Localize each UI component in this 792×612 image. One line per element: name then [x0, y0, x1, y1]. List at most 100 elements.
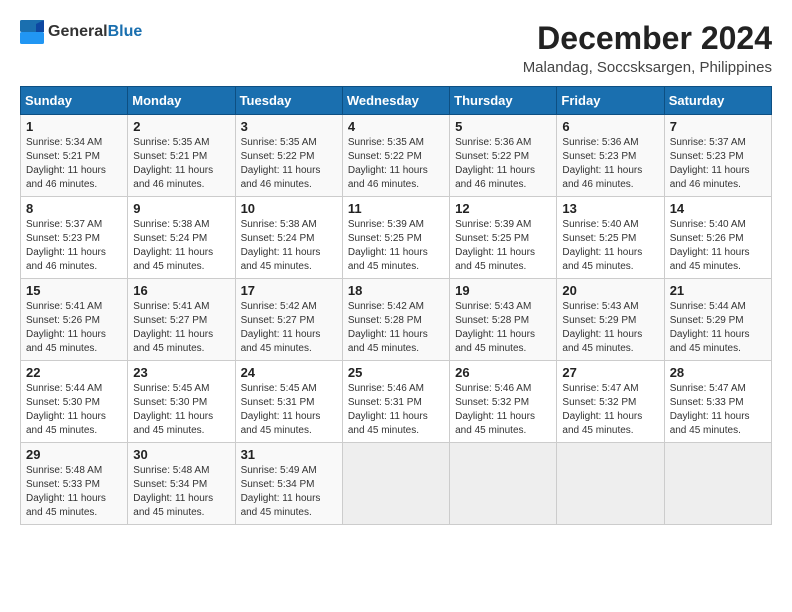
calendar-week-3: 15Sunrise: 5:41 AM Sunset: 5:26 PM Dayli… [21, 279, 772, 361]
logo-blue: Blue [108, 23, 143, 40]
calendar-cell [664, 443, 771, 525]
day-info: Sunrise: 5:37 AM Sunset: 5:23 PM Dayligh… [670, 136, 766, 192]
day-info: Sunrise: 5:39 AM Sunset: 5:25 PM Dayligh… [348, 218, 444, 274]
day-info: Sunrise: 5:39 AM Sunset: 5:25 PM Dayligh… [455, 218, 551, 274]
main-title: December 2024 [523, 20, 772, 57]
calendar-cell: 15Sunrise: 5:41 AM Sunset: 5:26 PM Dayli… [21, 279, 128, 361]
day-number: 31 [241, 447, 337, 462]
calendar-cell: 17 Sunrise: 5:42 AM Sunset: 5:27 PM Dayli… [235, 279, 342, 361]
day-number: 17 [241, 283, 337, 298]
logo: GeneralBlue [20, 20, 142, 44]
day-number: 1 [26, 119, 122, 134]
day-info: Sunrise: 5:41 AM Sunset: 5:26 PM Dayligh… [26, 300, 122, 356]
day-info: Sunrise: 5:37 AM Sunset: 5:23 PM Dayligh… [26, 218, 122, 274]
logo-icon [20, 20, 44, 44]
calendar-cell: 18 Sunrise: 5:42 AM Sunset: 5:28 PM Dayli… [342, 279, 449, 361]
calendar-cell: 9Sunrise: 5:38 AM Sunset: 5:24 PM Daylig… [128, 197, 235, 279]
calendar-cell: 6 Sunrise: 5:36 AM Sunset: 5:23 PM Daylig… [557, 115, 664, 197]
calendar-header-row: SundayMondayTuesdayWednesdayThursdayFrid… [21, 87, 772, 115]
day-info: Sunrise: 5:43 AM Sunset: 5:28 PM Dayligh… [455, 300, 551, 356]
calendar-cell: 1 Sunrise: 5:34 AM Sunset: 5:21 PM Daylig… [21, 115, 128, 197]
day-number: 8 [26, 201, 122, 216]
day-number: 16 [133, 283, 229, 298]
day-number: 28 [670, 365, 766, 380]
calendar-week-5: 29Sunrise: 5:48 AM Sunset: 5:33 PM Dayli… [21, 443, 772, 525]
day-info: Sunrise: 5:45 AM Sunset: 5:31 PM Dayligh… [241, 382, 337, 438]
day-number: 30 [133, 447, 229, 462]
calendar-cell [450, 443, 557, 525]
day-info: Sunrise: 5:46 AM Sunset: 5:32 PM Dayligh… [455, 382, 551, 438]
day-info: Sunrise: 5:47 AM Sunset: 5:33 PM Dayligh… [670, 382, 766, 438]
calendar-header-friday: Friday [557, 87, 664, 115]
day-number: 4 [348, 119, 444, 134]
day-info: Sunrise: 5:44 AM Sunset: 5:30 PM Dayligh… [26, 382, 122, 438]
day-number: 6 [562, 119, 658, 134]
day-info: Sunrise: 5:40 AM Sunset: 5:25 PM Dayligh… [562, 218, 658, 274]
day-info: Sunrise: 5:38 AM Sunset: 5:24 PM Dayligh… [241, 218, 337, 274]
calendar-header-wednesday: Wednesday [342, 87, 449, 115]
calendar-cell: 12 Sunrise: 5:39 AM Sunset: 5:25 PM Dayli… [450, 197, 557, 279]
day-number: 29 [26, 447, 122, 462]
day-number: 3 [241, 119, 337, 134]
calendar-cell [342, 443, 449, 525]
day-number: 25 [348, 365, 444, 380]
calendar-cell: 5Sunrise: 5:36 AM Sunset: 5:22 PM Daylig… [450, 115, 557, 197]
day-number: 7 [670, 119, 766, 134]
calendar-cell: 23 Sunrise: 5:45 AM Sunset: 5:30 PM Dayli… [128, 361, 235, 443]
day-info: Sunrise: 5:42 AM Sunset: 5:28 PM Dayligh… [348, 300, 444, 356]
calendar-cell: 20 Sunrise: 5:43 AM Sunset: 5:29 PM Dayli… [557, 279, 664, 361]
day-number: 10 [241, 201, 337, 216]
calendar-cell: 13 Sunrise: 5:40 AM Sunset: 5:25 PM Dayli… [557, 197, 664, 279]
day-info: Sunrise: 5:43 AM Sunset: 5:29 PM Dayligh… [562, 300, 658, 356]
calendar-week-4: 22 Sunrise: 5:44 AM Sunset: 5:30 PM Dayli… [21, 361, 772, 443]
day-info: Sunrise: 5:49 AM Sunset: 5:34 PM Dayligh… [241, 464, 337, 520]
calendar-cell [557, 443, 664, 525]
day-info: Sunrise: 5:35 AM Sunset: 5:22 PM Dayligh… [241, 136, 337, 192]
day-number: 18 [348, 283, 444, 298]
calendar-cell: 16 Sunrise: 5:41 AM Sunset: 5:27 PM Dayli… [128, 279, 235, 361]
day-number: 11 [348, 201, 444, 216]
day-info: Sunrise: 5:35 AM Sunset: 5:22 PM Dayligh… [348, 136, 444, 192]
day-number: 19 [455, 283, 551, 298]
day-number: 2 [133, 119, 229, 134]
day-info: Sunrise: 5:41 AM Sunset: 5:27 PM Dayligh… [133, 300, 229, 356]
calendar-cell: 10 Sunrise: 5:38 AM Sunset: 5:24 PM Dayli… [235, 197, 342, 279]
calendar-cell: 14Sunrise: 5:40 AM Sunset: 5:26 PM Dayli… [664, 197, 771, 279]
calendar-cell: 8 Sunrise: 5:37 AM Sunset: 5:23 PM Daylig… [21, 197, 128, 279]
day-info: Sunrise: 5:40 AM Sunset: 5:26 PM Dayligh… [670, 218, 766, 274]
calendar-cell: 26 Sunrise: 5:46 AM Sunset: 5:32 PM Dayli… [450, 361, 557, 443]
calendar-cell: 25 Sunrise: 5:46 AM Sunset: 5:31 PM Dayli… [342, 361, 449, 443]
calendar-cell: 19 Sunrise: 5:43 AM Sunset: 5:28 PM Dayli… [450, 279, 557, 361]
day-info: Sunrise: 5:36 AM Sunset: 5:23 PM Dayligh… [562, 136, 658, 192]
day-number: 23 [133, 365, 229, 380]
calendar-cell: 3 Sunrise: 5:35 AM Sunset: 5:22 PM Daylig… [235, 115, 342, 197]
day-number: 27 [562, 365, 658, 380]
calendar-table: SundayMondayTuesdayWednesdayThursdayFrid… [20, 86, 772, 525]
calendar-cell: 22 Sunrise: 5:44 AM Sunset: 5:30 PM Dayli… [21, 361, 128, 443]
calendar-header-monday: Monday [128, 87, 235, 115]
calendar-cell: 2 Sunrise: 5:35 AM Sunset: 5:21 PM Daylig… [128, 115, 235, 197]
calendar-cell: 11 Sunrise: 5:39 AM Sunset: 5:25 PM Dayli… [342, 197, 449, 279]
logo-general: General [48, 23, 108, 40]
subtitle: Malandag, Soccsksargen, Philippines [523, 59, 772, 76]
calendar-cell: 4 Sunrise: 5:35 AM Sunset: 5:22 PM Daylig… [342, 115, 449, 197]
day-number: 20 [562, 283, 658, 298]
day-info: Sunrise: 5:47 AM Sunset: 5:32 PM Dayligh… [562, 382, 658, 438]
calendar-cell: 27 Sunrise: 5:47 AM Sunset: 5:32 PM Dayli… [557, 361, 664, 443]
day-info: Sunrise: 5:45 AM Sunset: 5:30 PM Dayligh… [133, 382, 229, 438]
day-number: 13 [562, 201, 658, 216]
day-info: Sunrise: 5:35 AM Sunset: 5:21 PM Dayligh… [133, 136, 229, 192]
day-number: 9 [133, 201, 229, 216]
calendar-cell: 7 Sunrise: 5:37 AM Sunset: 5:23 PM Daylig… [664, 115, 771, 197]
day-number: 24 [241, 365, 337, 380]
day-number: 12 [455, 201, 551, 216]
day-number: 21 [670, 283, 766, 298]
page-header: GeneralBlue December 2024 Malandag, Socc… [20, 20, 772, 76]
calendar-cell: 31 Sunrise: 5:49 AM Sunset: 5:34 PM Dayli… [235, 443, 342, 525]
calendar-header-tuesday: Tuesday [235, 87, 342, 115]
day-info: Sunrise: 5:42 AM Sunset: 5:27 PM Dayligh… [241, 300, 337, 356]
day-number: 22 [26, 365, 122, 380]
day-info: Sunrise: 5:34 AM Sunset: 5:21 PM Dayligh… [26, 136, 122, 192]
day-info: Sunrise: 5:46 AM Sunset: 5:31 PM Dayligh… [348, 382, 444, 438]
day-number: 26 [455, 365, 551, 380]
